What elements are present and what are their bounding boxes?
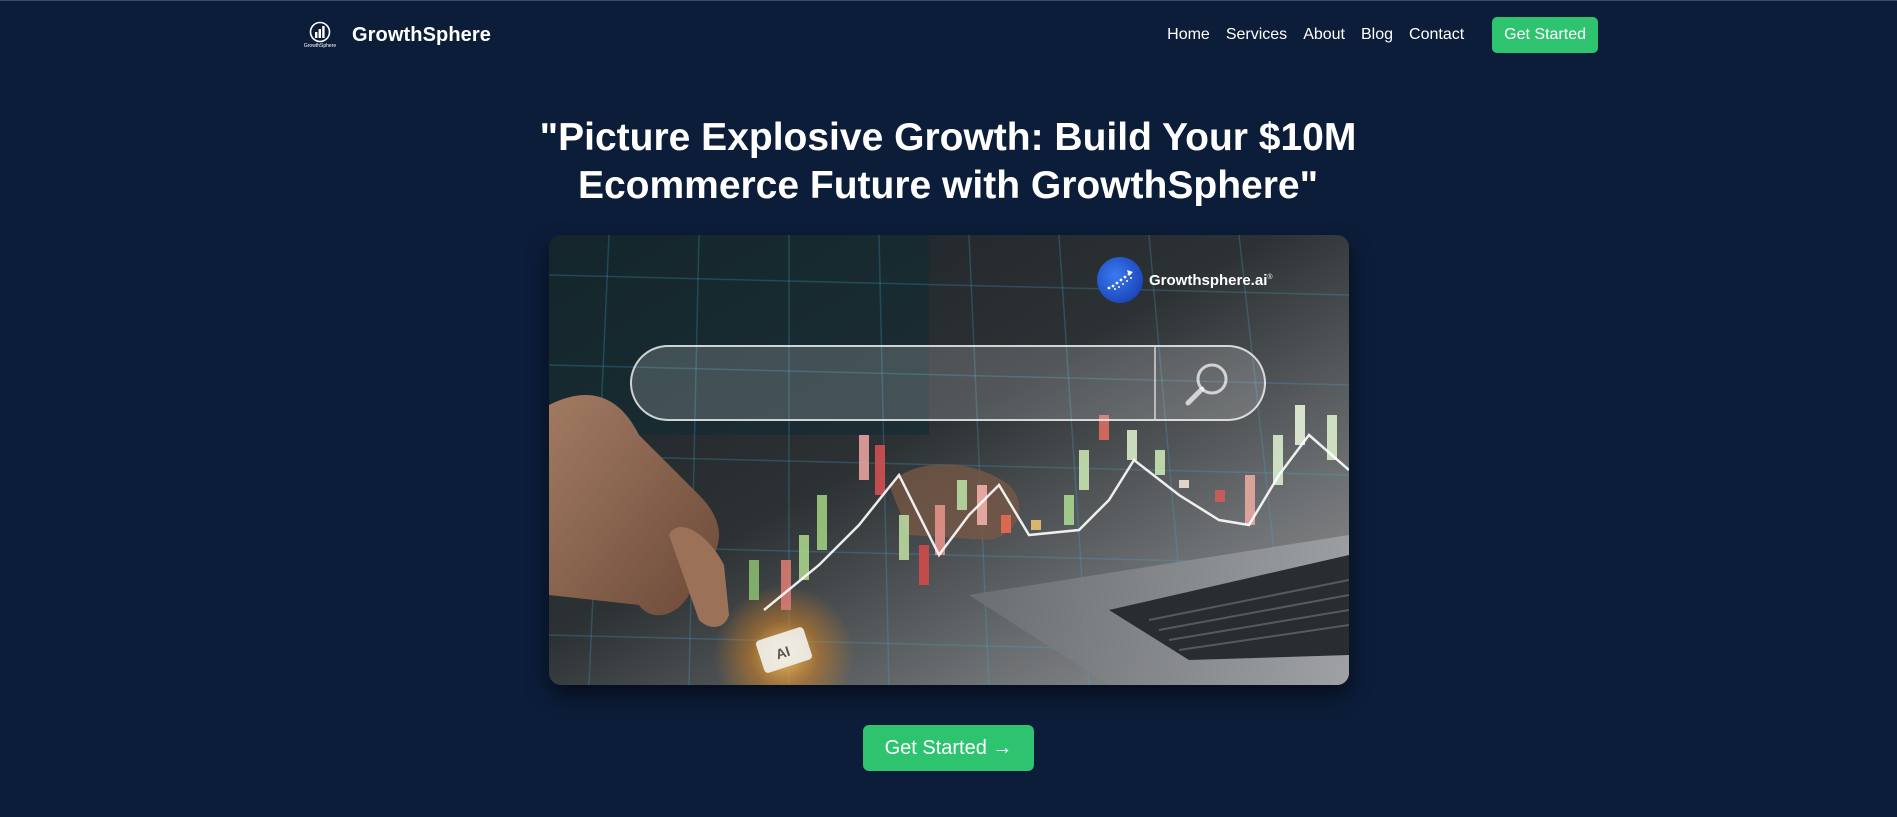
brand-logo-text: GrowthSphere xyxy=(303,43,337,49)
hero-image: AI Growthsphere.ai® xyxy=(549,235,1349,685)
image-brand: Growthsphere.ai® xyxy=(1097,257,1273,303)
nav-link-about[interactable]: About xyxy=(1303,26,1345,44)
growth-chart-icon xyxy=(309,21,331,43)
image-search-divider xyxy=(1154,347,1156,419)
brand[interactable]: GrowthSphere GrowthSphere xyxy=(302,17,491,53)
brand-badge-icon xyxy=(1097,257,1143,303)
magnifier-icon xyxy=(1185,363,1228,406)
navbar: GrowthSphere GrowthSphere Home Services … xyxy=(302,14,1598,56)
image-brand-name: Growthsphere.ai® xyxy=(1149,271,1273,289)
nav-link-home[interactable]: Home xyxy=(1167,26,1210,44)
top-border xyxy=(0,0,1897,1)
brand-logo[interactable]: GrowthSphere xyxy=(302,17,338,53)
nav-link-services[interactable]: Services xyxy=(1226,26,1287,44)
image-search-bar xyxy=(630,345,1266,421)
brand-name[interactable]: GrowthSphere xyxy=(352,24,491,47)
nav-link-contact[interactable]: Contact xyxy=(1409,26,1464,44)
hero-get-started-button[interactable]: Get Started → xyxy=(863,725,1034,771)
nav-menu: Home Services About Blog Contact Get Sta… xyxy=(1167,17,1598,53)
nav-link-blog[interactable]: Blog xyxy=(1361,26,1393,44)
rising-dots-icon xyxy=(1107,270,1133,290)
nav-get-started-button[interactable]: Get Started xyxy=(1492,17,1598,53)
hero-headline: "Picture Explosive Growth: Build Your $1… xyxy=(539,116,1357,207)
